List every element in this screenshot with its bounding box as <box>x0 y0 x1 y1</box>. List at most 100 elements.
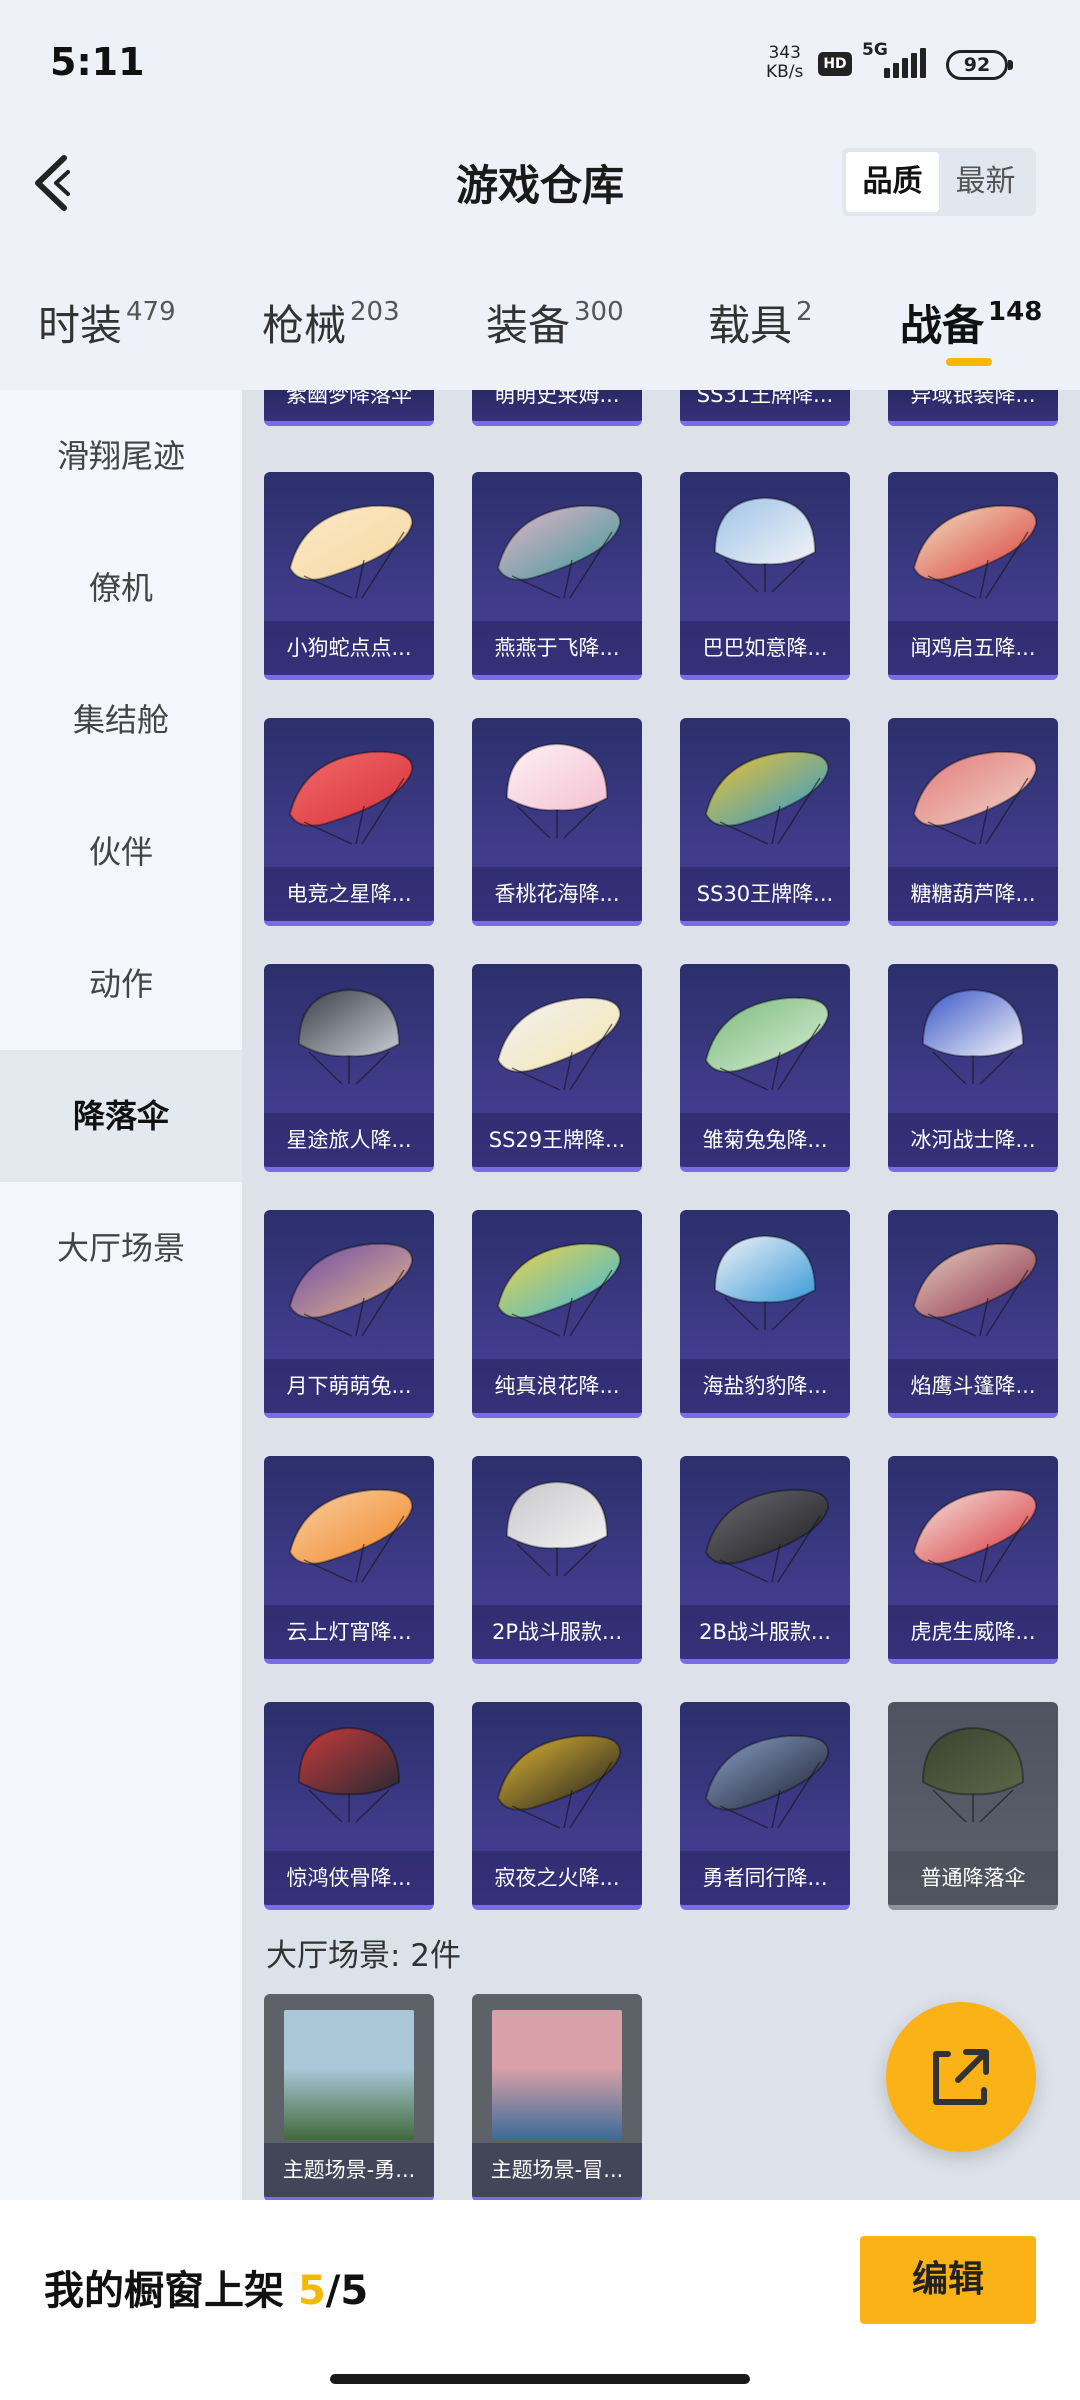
lobby-scene-label: 主题场景-勇... <box>264 2143 434 2197</box>
parachute-card-label: 萌萌史莱姆... <box>472 390 642 421</box>
sidebar-item-wingman[interactable]: 僚机 <box>0 522 242 654</box>
parachute-card[interactable]: SS30王牌降... <box>680 718 850 926</box>
showcase-label: 我的橱窗上架 <box>44 2268 284 2314</box>
parachute-card[interactable]: 2P战斗服款... <box>472 1456 642 1664</box>
showcase-current-count: 5 <box>297 2268 326 2314</box>
parachute-art <box>264 1456 434 1606</box>
sidebar-item-emote[interactable]: 动作 <box>0 918 242 1050</box>
parachute-card[interactable]: 星途旅人降... <box>264 964 434 1172</box>
parachute-card[interactable]: SS31王牌降... <box>680 390 850 426</box>
parachute-card-label: 糖糖葫芦降... <box>888 867 1058 921</box>
sidebar-item-assembly-pod[interactable]: 集结舱 <box>0 654 242 786</box>
parachute-card[interactable]: 云上灯宵降... <box>264 1456 434 1664</box>
parachute-card[interactable]: 闻鸡启五降... <box>888 472 1058 680</box>
parachute-icon <box>713 496 817 593</box>
parachute-card[interactable]: 萌萌史莱姆... <box>472 390 642 426</box>
parachute-card-label: 普通降落伞 <box>888 1851 1058 1905</box>
parachute-card[interactable]: 虎虎生威降... <box>888 1456 1058 1664</box>
parachute-icon <box>288 504 414 599</box>
sidebar-item-lobby-scene[interactable]: 大厅场景 <box>0 1182 242 1314</box>
battery-indicator: 92 <box>946 50 1008 80</box>
tab-firearms[interactable]: 枪械 203 <box>262 292 400 353</box>
parachute-card[interactable]: 糖糖葫芦降... <box>888 718 1058 926</box>
parachute-card-label: 星途旅人降... <box>264 1113 434 1167</box>
parachute-art <box>264 718 434 868</box>
network-speed-value: 343 <box>768 43 801 63</box>
parachute-art <box>888 1702 1058 1852</box>
parachute-art <box>472 1702 642 1852</box>
tab-count: 148 <box>988 297 1043 327</box>
tab-battle-gear[interactable]: 战备 148 <box>900 292 1042 353</box>
parachute-card-label: 香桃花海降... <box>472 867 642 921</box>
parachute-icon <box>297 1726 401 1823</box>
parachute-icon <box>496 996 622 1091</box>
parachute-card-label: 月下萌萌兔... <box>264 1359 434 1413</box>
parachute-art <box>472 964 642 1114</box>
parachute-card[interactable]: 海盐豹豹降... <box>680 1210 850 1418</box>
parachute-art <box>264 1702 434 1852</box>
parachute-card[interactable]: 纯真浪花降... <box>472 1210 642 1418</box>
parachute-card[interactable]: 紫幽梦降落伞 <box>264 390 434 426</box>
parachute-card[interactable]: 异域银装降... <box>888 390 1058 426</box>
sort-quality-option[interactable]: 品质 <box>846 152 939 212</box>
parachute-icon <box>713 1234 817 1331</box>
tab-equipment[interactable]: 装备 300 <box>486 292 624 353</box>
tab-count: 300 <box>574 297 624 327</box>
parachute-card[interactable]: 惊鸿侠骨降... <box>264 1702 434 1910</box>
sidebar-item-glide-trail[interactable]: 滑翔尾迹 <box>0 390 242 522</box>
parachute-card[interactable]: 巴巴如意降... <box>680 472 850 680</box>
parachute-icon <box>912 1242 1038 1337</box>
parachute-card[interactable]: 香桃花海降... <box>472 718 642 926</box>
sort-newest-option[interactable]: 最新 <box>939 152 1032 212</box>
share-fab-button[interactable] <box>886 2002 1036 2152</box>
status-time: 5:11 <box>50 40 145 84</box>
sidebar-item-companion[interactable]: 伙伴 <box>0 786 242 918</box>
active-tab-indicator <box>946 358 992 366</box>
parachute-card[interactable]: 焰鹰斗篷降... <box>888 1210 1058 1418</box>
parachute-card[interactable]: 普通降落伞 <box>888 1702 1058 1910</box>
parachute-icon <box>921 988 1025 1085</box>
edit-button[interactable]: 编辑 <box>860 2236 1036 2324</box>
parachute-art <box>888 1210 1058 1360</box>
parachute-card[interactable]: 2B战斗服款... <box>680 1456 850 1664</box>
showcase-separator: / <box>325 2268 341 2314</box>
tab-vehicles[interactable]: 载具 2 <box>708 292 813 353</box>
lobby-scene-thumbnail <box>492 2010 622 2140</box>
parachute-icon <box>288 1242 414 1337</box>
parachute-card-label: 惊鸿侠骨降... <box>264 1851 434 1905</box>
parachute-art <box>680 718 850 868</box>
parachute-card-label: 寂夜之火降... <box>472 1851 642 1905</box>
parachute-card[interactable]: 勇者同行降... <box>680 1702 850 1910</box>
showcase-status: 我的橱窗上架 5/5 <box>44 2258 368 2316</box>
parachute-card-label: SS30王牌降... <box>680 867 850 921</box>
parachute-card[interactable]: 燕燕于飞降... <box>472 472 642 680</box>
parachute-card-label: 海盐豹豹降... <box>680 1359 850 1413</box>
lobby-section-title: 大厅场景: 2件 <box>266 1938 462 1974</box>
lobby-scene-card[interactable]: 主题场景-勇... <box>264 1994 434 2200</box>
tab-label: 时装 <box>38 301 123 350</box>
parachute-icon <box>496 1242 622 1337</box>
parachute-icon <box>288 750 414 845</box>
sort-toggle: 品质 最新 <box>842 148 1036 216</box>
parachute-icon <box>704 1488 830 1583</box>
bottom-bar: 我的橱窗上架 5/5 编辑 <box>0 2200 1080 2400</box>
lobby-scene-card[interactable]: 主题场景-冒... <box>472 1994 642 2200</box>
parachute-card[interactable]: 雏菊兔兔降... <box>680 964 850 1172</box>
parachute-art <box>680 1456 850 1606</box>
parachute-icon <box>297 988 401 1085</box>
parachute-icon <box>496 504 622 599</box>
parachute-art <box>264 472 434 622</box>
sidebar-item-parachute[interactable]: 降落伞 <box>0 1050 242 1182</box>
tab-fashion[interactable]: 时装 479 <box>38 292 176 353</box>
parachute-card[interactable]: 寂夜之火降... <box>472 1702 642 1910</box>
subcategory-sidebar: 滑翔尾迹 僚机 集结舱 伙伴 动作 降落伞 大厅场景 <box>0 390 242 2200</box>
parachute-icon <box>505 742 609 839</box>
parachute-card-label: 云上灯宵降... <box>264 1605 434 1659</box>
parachute-card[interactable]: SS29王牌降... <box>472 964 642 1172</box>
parachute-card[interactable]: 电竞之星降... <box>264 718 434 926</box>
tab-count: 2 <box>796 297 813 327</box>
parachute-card[interactable]: 月下萌萌兔... <box>264 1210 434 1418</box>
parachute-card[interactable]: 小狗蛇点点... <box>264 472 434 680</box>
parachute-card[interactable]: 冰河战士降... <box>888 964 1058 1172</box>
parachute-card-label: 紫幽梦降落伞 <box>264 390 434 421</box>
